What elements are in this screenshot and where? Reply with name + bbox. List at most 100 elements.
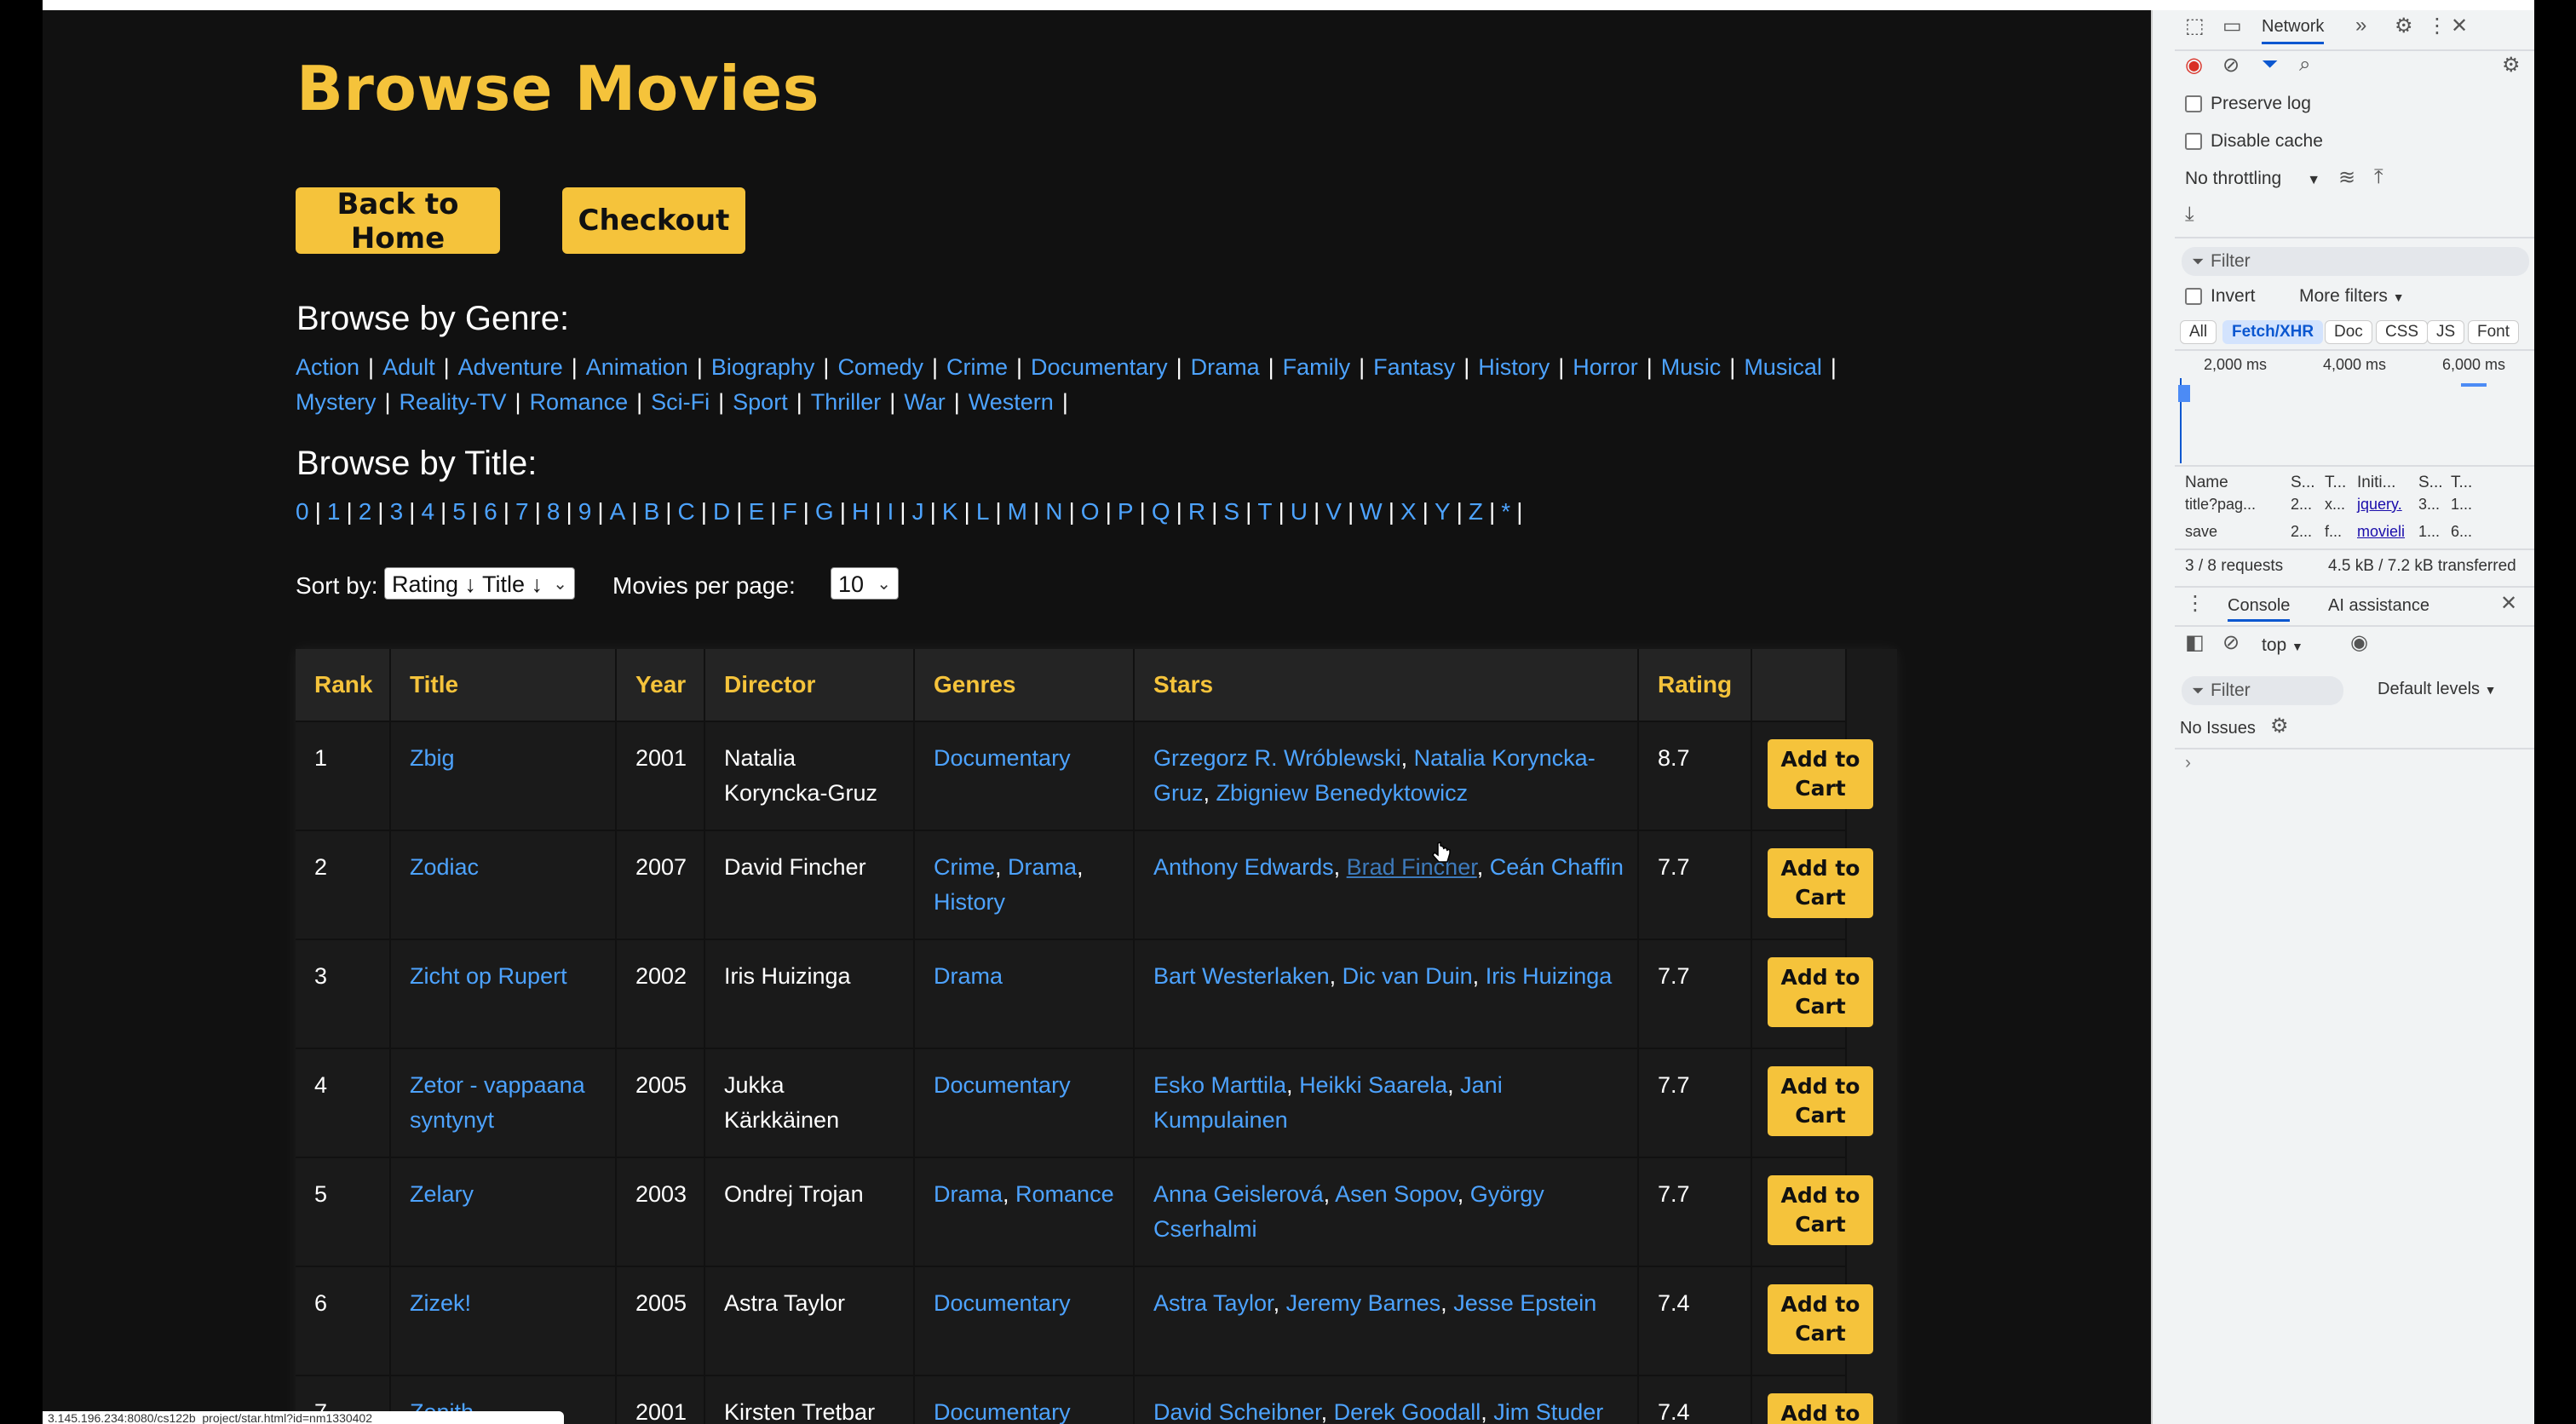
clear-console-icon[interactable]: ⊘ xyxy=(2222,630,2240,655)
title-link[interactable]: I xyxy=(888,498,894,525)
title-link[interactable]: 5 xyxy=(452,498,466,525)
request-column-header[interactable]: T... xyxy=(2451,474,2472,492)
title-link[interactable]: P xyxy=(1118,498,1134,525)
genre-link-documentary[interactable]: Documentary xyxy=(1031,354,1168,380)
star-link[interactable]: Anna Geislerová xyxy=(1153,1181,1324,1207)
settings-icon[interactable]: ⚙ xyxy=(2395,14,2413,38)
wifi-icon[interactable]: ≋ xyxy=(2338,165,2355,190)
genre-link-sport[interactable]: Sport xyxy=(733,389,788,415)
type-filter-fetch-xhr[interactable]: Fetch/XHR xyxy=(2222,320,2324,344)
log-levels-select[interactable]: Default levels ▼ xyxy=(2378,680,2496,699)
genre-link[interactable]: Drama xyxy=(934,963,1003,989)
title-link[interactable]: K xyxy=(942,498,958,525)
disable-cache-checkbox[interactable]: Disable cache xyxy=(2185,131,2323,152)
request-column-header[interactable]: T... xyxy=(2325,474,2346,492)
title-link[interactable]: 0 xyxy=(296,498,309,525)
title-link[interactable]: J xyxy=(912,498,924,525)
genre-link-action[interactable]: Action xyxy=(296,354,359,380)
close-icon[interactable]: ✕ xyxy=(2451,14,2468,38)
tab-ai-assistance[interactable]: AI assistance xyxy=(2328,596,2429,616)
genre-link[interactable]: Crime xyxy=(934,854,995,880)
title-link[interactable]: Y xyxy=(1435,498,1451,525)
genre-link[interactable]: Documentary xyxy=(934,1072,1071,1098)
title-link[interactable]: E xyxy=(749,498,765,525)
genre-link-adult[interactable]: Adult xyxy=(382,354,435,380)
star-link[interactable]: Jim Studer xyxy=(1493,1399,1603,1424)
star-link[interactable]: Grzegorz R. Wróblewski xyxy=(1153,745,1401,771)
add-to-cart-button[interactable]: Add to Cart xyxy=(1768,957,1873,1027)
star-link[interactable]: Heikki Saarela xyxy=(1299,1072,1447,1098)
genre-link-western[interactable]: Western xyxy=(969,389,1054,415)
title-link[interactable]: Z xyxy=(1469,498,1483,525)
tab-console[interactable]: Console xyxy=(2228,596,2291,622)
genre-link[interactable]: Drama xyxy=(1008,854,1077,880)
network-filter-input[interactable]: ⏷ Filter xyxy=(2182,247,2529,276)
star-link[interactable]: Jesse Epstein xyxy=(1453,1290,1596,1316)
genre-link-animation[interactable]: Animation xyxy=(586,354,688,380)
title-link[interactable]: O xyxy=(1081,498,1100,525)
issues-settings-icon[interactable]: ⚙ xyxy=(2270,714,2289,738)
movie-title-link[interactable]: Zbig xyxy=(410,745,455,771)
request-column-header[interactable]: S... xyxy=(2418,474,2443,492)
sort-select[interactable]: Rating ↓ Title ↓ ⌄ xyxy=(384,567,575,600)
star-link[interactable]: Ceán Chaffin xyxy=(1490,854,1624,880)
genre-link-biography[interactable]: Biography xyxy=(711,354,815,380)
per-page-select[interactable]: 10 ⌄ xyxy=(831,567,899,600)
type-filter-js[interactable]: JS xyxy=(2427,320,2465,344)
request-column-header[interactable]: S... xyxy=(2291,474,2315,492)
type-filter-doc[interactable]: Doc xyxy=(2325,320,2372,344)
add-to-cart-button[interactable]: Add to Cart xyxy=(1768,1175,1873,1245)
genre-link[interactable]: Documentary xyxy=(934,1399,1071,1424)
close-drawer-icon[interactable]: ✕ xyxy=(2500,591,2517,616)
title-link[interactable]: 8 xyxy=(547,498,561,525)
genre-link-reality-tv[interactable]: Reality-TV xyxy=(400,389,507,415)
title-link[interactable]: L xyxy=(976,498,990,525)
title-link[interactable]: 6 xyxy=(484,498,497,525)
preserve-log-checkbox[interactable]: Preserve log xyxy=(2185,94,2311,114)
type-filter-font[interactable]: Font xyxy=(2468,320,2520,344)
title-link[interactable]: 2 xyxy=(359,498,372,525)
star-link[interactable]: Jeremy Barnes xyxy=(1286,1290,1441,1316)
type-filter-css[interactable]: CSS xyxy=(2376,320,2429,344)
genre-link[interactable]: Documentary xyxy=(934,1290,1071,1316)
movie-title-link[interactable]: Zizek! xyxy=(410,1290,471,1316)
type-filter-all[interactable]: All xyxy=(2180,320,2217,344)
more-filters-dropdown[interactable]: More filters ▼ xyxy=(2299,286,2405,307)
request-column-header[interactable]: Name xyxy=(2185,474,2228,492)
title-link[interactable]: 9 xyxy=(578,498,592,525)
record-icon[interactable]: ◉ xyxy=(2185,53,2203,78)
title-link[interactable]: 4 xyxy=(421,498,434,525)
star-link[interactable]: Asen Sopov xyxy=(1335,1181,1458,1207)
genre-link[interactable]: History xyxy=(934,889,1005,915)
title-link[interactable]: W xyxy=(1360,498,1382,525)
title-link[interactable]: F xyxy=(783,498,797,525)
checkout-button[interactable]: Checkout xyxy=(562,187,745,254)
star-link[interactable]: Iris Huizinga xyxy=(1486,963,1613,989)
star-link[interactable]: Esko Marttila xyxy=(1153,1072,1286,1098)
star-link[interactable]: Zbigniew Benedyktowicz xyxy=(1216,780,1469,806)
title-link[interactable]: U xyxy=(1291,498,1308,525)
genre-link-romance[interactable]: Romance xyxy=(530,389,629,415)
title-link[interactable]: R xyxy=(1188,498,1205,525)
genre-link[interactable]: Romance xyxy=(1015,1181,1114,1207)
genre-link-musical[interactable]: Musical xyxy=(1744,354,1822,380)
title-link[interactable]: 3 xyxy=(390,498,404,525)
add-to-cart-button[interactable]: Add to Cart xyxy=(1768,739,1873,809)
title-link[interactable]: B xyxy=(644,498,660,525)
star-link[interactable]: Dic van Duin xyxy=(1343,963,1473,989)
title-link[interactable]: Q xyxy=(1152,498,1170,525)
genre-link-fantasy[interactable]: Fantasy xyxy=(1373,354,1455,380)
title-link[interactable]: 1 xyxy=(327,498,341,525)
request-name[interactable]: title?pag... xyxy=(2185,496,2256,514)
eye-icon[interactable]: ◉ xyxy=(2350,630,2368,655)
title-link[interactable]: A xyxy=(610,498,626,525)
title-link[interactable]: N xyxy=(1045,498,1062,525)
network-settings-icon[interactable]: ⚙ xyxy=(2502,53,2521,78)
genre-link-comedy[interactable]: Comedy xyxy=(837,354,923,380)
genre-link-mystery[interactable]: Mystery xyxy=(296,389,377,415)
genre-link-horror[interactable]: Horror xyxy=(1573,354,1638,380)
add-to-cart-button[interactable]: Add to Cart xyxy=(1768,1066,1873,1136)
title-link[interactable]: G xyxy=(815,498,834,525)
star-link[interactable]: David Scheibner xyxy=(1153,1399,1321,1424)
sidebar-icon[interactable]: ◧ xyxy=(2185,630,2205,655)
